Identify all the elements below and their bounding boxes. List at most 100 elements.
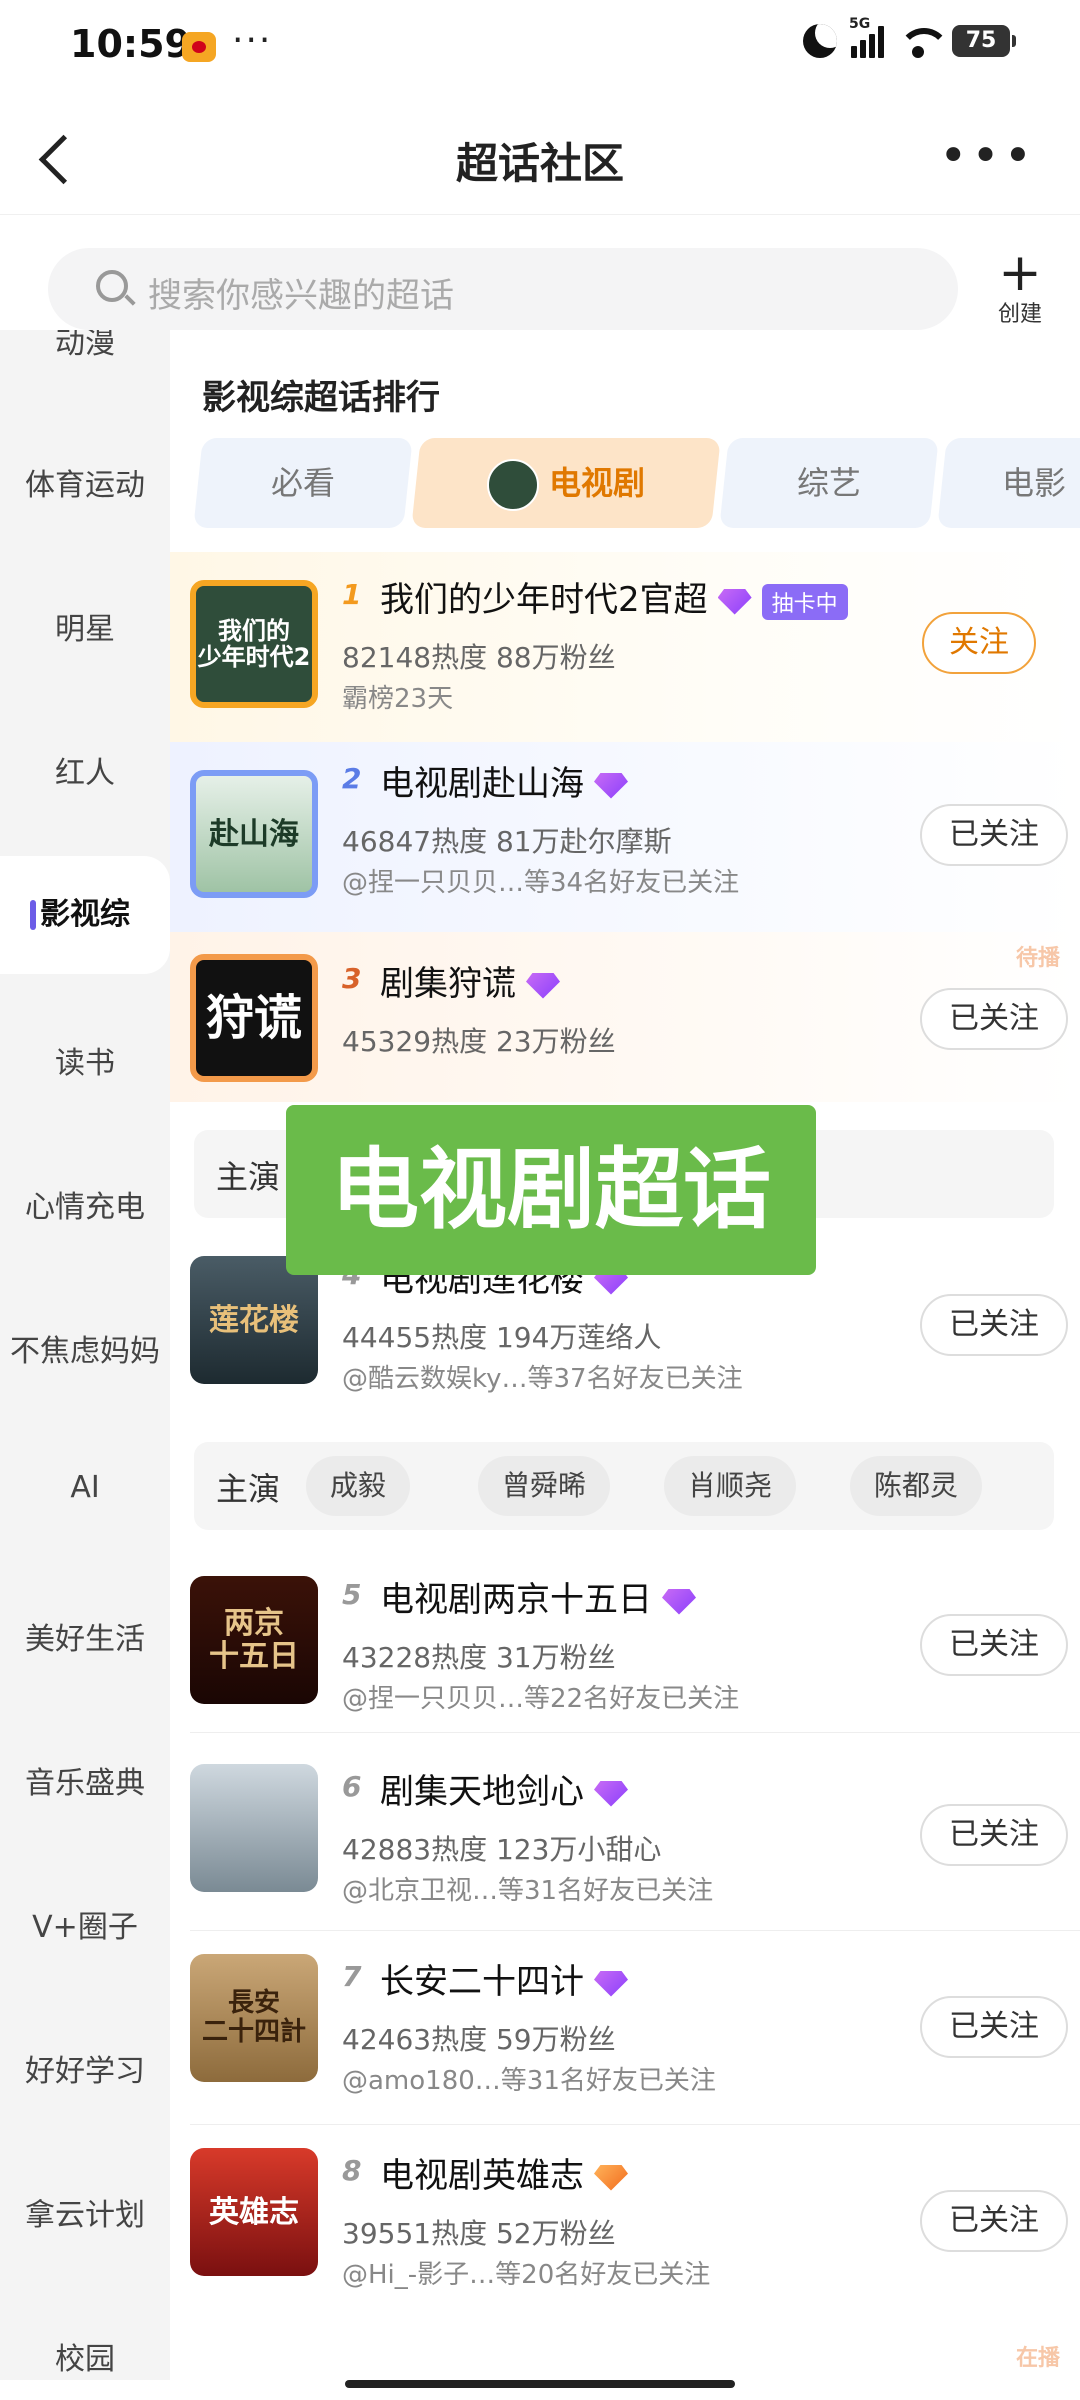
list-item[interactable]: 長安 二十四計 7 长安二十四计 42463热度 59万粉丝 @amo180…等…	[170, 1934, 1080, 2124]
tab-variety[interactable]: 综艺	[719, 438, 939, 528]
cast-row: 主演 成毅 曾舜晞 肖顺尧 陈都灵	[194, 1442, 1054, 1530]
rank-number: 6	[342, 1770, 362, 1803]
overlay-caption: 电视剧超话	[286, 1105, 816, 1275]
search-icon	[96, 270, 128, 302]
diamond-icon	[662, 1588, 696, 1615]
following-button[interactable]: 已关注	[920, 1996, 1068, 2058]
tab-movies[interactable]: 电影	[937, 438, 1080, 528]
sidebar-item-music[interactable]: 音乐盛典	[0, 1758, 170, 1802]
sidebar-item-campus[interactable]: 校园	[0, 2334, 170, 2378]
page-title: 超话社区	[455, 139, 624, 188]
sidebar-item-stars[interactable]: 明星	[0, 604, 170, 648]
divider	[190, 1930, 1080, 1931]
topic-stats: 45329热度 23万粉丝	[342, 1025, 616, 1058]
rank-number: 5	[342, 1578, 362, 1611]
cover-image: 狩谎	[190, 954, 318, 1082]
sidebar-item-sports[interactable]: 体育运动	[0, 460, 170, 504]
topic-sub: @amo180…等31名好友已关注	[342, 2066, 716, 2096]
cast-chip[interactable]: 陈都灵	[850, 1456, 983, 1516]
list-item[interactable]: 两京 十五日 5 电视剧两京十五日 43228热度 31万粉丝 @捏一只贝贝…等…	[170, 1552, 1080, 1732]
sidebar-item-film-tv[interactable]: 影视综	[0, 856, 170, 974]
cover-image	[190, 1764, 318, 1892]
tab-tv-series[interactable]: 电视剧	[411, 438, 721, 528]
list-item[interactable]: 我们的 少年时代2 1 我们的少年时代2官超 抽卡中 82148热度 88万粉丝 …	[170, 552, 1080, 742]
cover-image: 英雄志	[190, 2148, 318, 2276]
cast-chip[interactable]: 肖顺尧	[664, 1456, 797, 1516]
category-tabs: 必看 电视剧 综艺 电影	[193, 438, 1080, 528]
cast-label: 主演	[216, 1158, 281, 1196]
search-input[interactable]: 搜索你感兴趣的超话	[48, 248, 958, 330]
status-time: 10:59	[70, 22, 191, 66]
rank-number: 2	[342, 762, 362, 795]
cover-image: 我们的 少年时代2	[190, 580, 318, 708]
tab-must-watch[interactable]: 必看	[193, 438, 413, 528]
topic-stats: 42463热度 59万粉丝	[342, 2023, 616, 2056]
topic-stats: 46847热度 81万赴尔摩斯	[342, 825, 672, 858]
cover-image: 莲花楼	[190, 1256, 318, 1384]
rank-number: 1	[342, 578, 362, 611]
following-button[interactable]: 已关注	[920, 1294, 1068, 1356]
sidebar-item-moms[interactable]: 不焦虑妈妈	[0, 1326, 170, 1370]
create-button[interactable]: + 创建	[990, 243, 1050, 328]
following-button[interactable]: 已关注	[920, 988, 1068, 1050]
topic-name: 长安二十四计	[380, 1954, 628, 2003]
topic-sub: @Hi_-影子…等20名好友已关注	[342, 2260, 711, 2290]
topic-sub: @捏一只贝贝…等22名好友已关注	[342, 1684, 740, 1714]
topic-name: 剧集天地剑心	[380, 1764, 628, 1813]
sidebar-item-influencers[interactable]: 红人	[0, 748, 170, 792]
list-item[interactable]: 6 剧集天地剑心 42883热度 123万小甜心 @北京卫视…等31名好友已关注…	[170, 1740, 1080, 1930]
following-button[interactable]: 已关注	[920, 2190, 1068, 2252]
top-nav-bar: 超话社区 •••	[0, 100, 1080, 215]
create-label: 创建	[997, 302, 1042, 327]
diamond-icon	[594, 1780, 628, 1807]
sidebar-item-vplus[interactable]: V+圈子	[0, 1902, 170, 1946]
sidebar-item-life[interactable]: 美好生活	[0, 1614, 170, 1658]
cast-chip[interactable]: 曾舜晞	[478, 1456, 611, 1516]
list-item[interactable]: 待播 狩谎 3 剧集狩谎 45329热度 23万粉丝 已关注	[170, 932, 1080, 1102]
more-options-icon[interactable]: •••	[939, 132, 1036, 180]
diamond-icon	[594, 2164, 628, 2191]
cover-image: 赴山海	[190, 770, 318, 898]
home-indicator[interactable]	[345, 2380, 735, 2388]
topic-name: 我们的少年时代2官超 抽卡中	[380, 572, 848, 621]
now-playing-ribbon: 在播	[1015, 2346, 1060, 2371]
plus-icon: +	[998, 243, 1042, 303]
topic-name: 电视剧两京十五日	[380, 1572, 696, 1621]
topic-name: 剧集狩谎	[380, 956, 560, 1005]
topic-name: 电视剧赴山海	[380, 756, 628, 805]
cover-image: 两京 十五日	[190, 1576, 318, 1704]
following-button[interactable]: 已关注	[920, 1614, 1068, 1676]
sidebar-item-mood[interactable]: 心情充电	[0, 1182, 170, 1226]
topic-name: 电视剧英雄志	[380, 2148, 628, 2197]
sidebar-item-reading[interactable]: 读书	[0, 1038, 170, 1082]
list-item[interactable]: 赴山海 2 电视剧赴山海 46847热度 81万赴尔摩斯 @捏一只贝贝…等34名…	[170, 742, 1080, 932]
diamond-icon	[594, 1970, 628, 1997]
signal-icon: 5G	[849, 16, 884, 58]
sidebar-item-anime[interactable]: 动漫	[0, 330, 170, 362]
section-title: 影视综超话排行	[202, 378, 440, 418]
category-sidebar: 动漫 体育运动 明星 红人 影视综 读书 心情充电 不焦虑妈妈 AI 美好生活 …	[0, 330, 170, 2380]
follow-button[interactable]: 关注	[922, 612, 1036, 674]
diamond-icon	[594, 772, 628, 799]
list-item[interactable]: 英雄志 8 电视剧英雄志 39551热度 52万粉丝 @Hi_-影子…等20名好…	[170, 2128, 1080, 2318]
sidebar-item-ai[interactable]: AI	[0, 1470, 170, 1505]
battery-icon: 75	[952, 25, 1016, 57]
status-bar: 10:59 ··· 5G 75	[0, 0, 1080, 100]
sidebar-item-nayun[interactable]: 拿云计划	[0, 2190, 170, 2234]
topic-stats: 43228热度 31万粉丝	[342, 1641, 616, 1674]
following-button[interactable]: 已关注	[920, 1804, 1068, 1866]
topic-stats: 82148热度 88万粉丝	[342, 641, 616, 674]
divider	[190, 1732, 1080, 1733]
ranking-panel: 影视综超话排行 必看 电视剧 综艺 电影 我们的 少年时代2 1 我们的少年时代…	[170, 330, 1080, 2380]
cast-chip[interactable]: 成毅	[306, 1456, 411, 1516]
cover-image: 長安 二十四計	[190, 1954, 318, 2082]
following-button[interactable]: 已关注	[920, 804, 1068, 866]
topic-sub: @捏一只贝贝…等34名好友已关注	[342, 868, 740, 898]
rank-number: 7	[342, 1960, 362, 1993]
sidebar-item-study[interactable]: 好好学习	[0, 2046, 170, 2090]
diamond-icon	[717, 588, 752, 615]
topic-stats: 39551热度 52万粉丝	[342, 2217, 616, 2250]
topic-stats: 42883热度 123万小甜心	[342, 1833, 662, 1866]
cast-label: 主演	[216, 1470, 281, 1508]
tab-cover-icon	[486, 459, 539, 511]
